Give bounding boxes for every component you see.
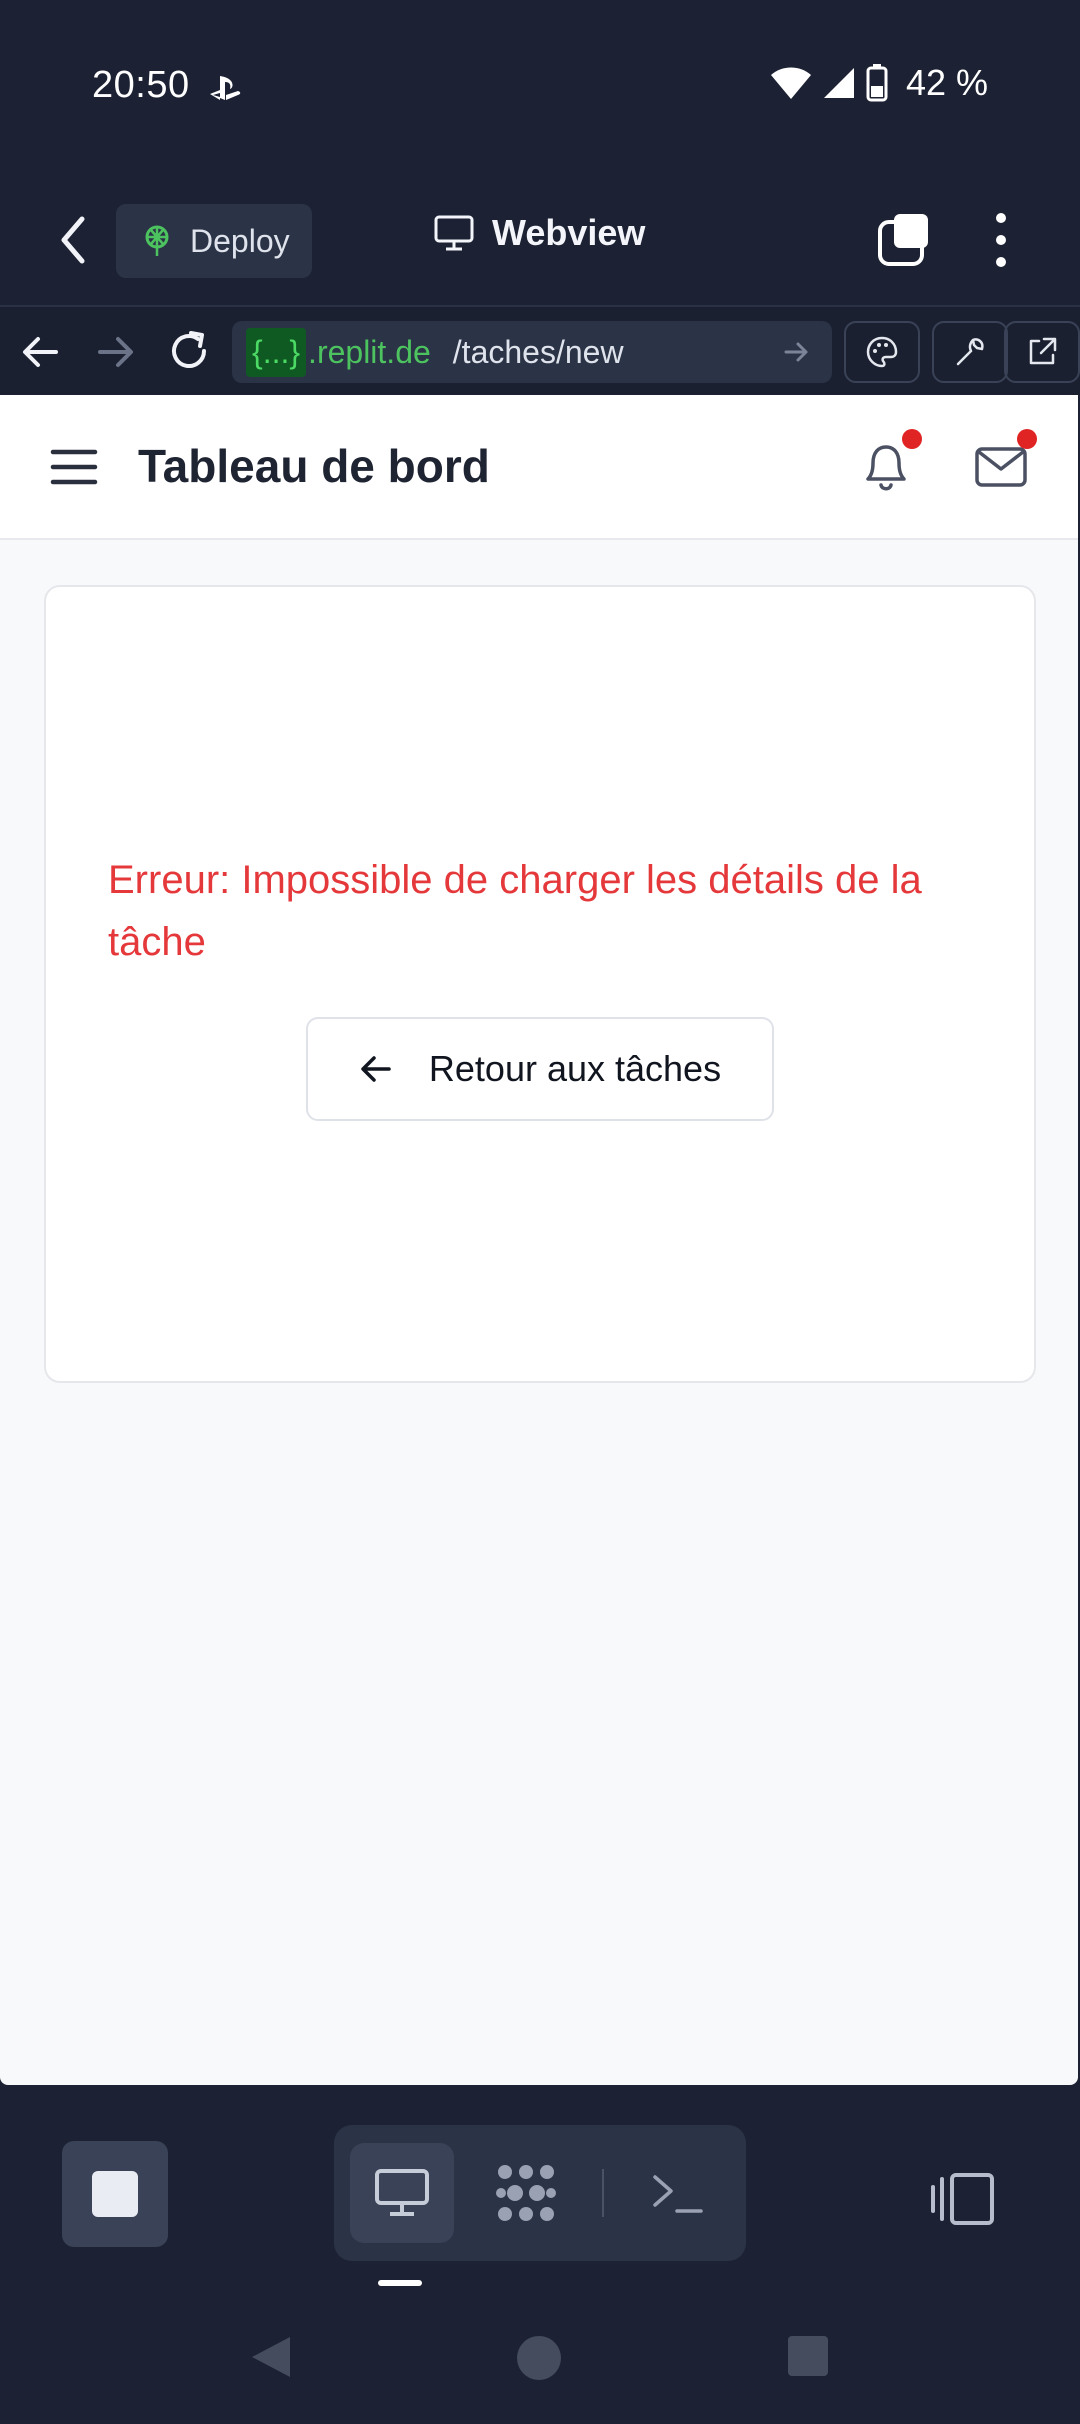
deploy-button[interactable]: Deploy <box>116 204 312 278</box>
webview-view-button[interactable] <box>350 2143 454 2243</box>
bottom-toolbar <box>0 2085 1080 2424</box>
error-message: Erreur: Impossible de charger les détail… <box>108 858 922 964</box>
nav-back-icon[interactable] <box>16 327 66 377</box>
url-path: /taches/new <box>452 333 624 370</box>
signal-icon <box>823 68 854 98</box>
app-header: Tableau de bord <box>0 395 1078 540</box>
palette-icon <box>866 336 898 368</box>
tabs-icon[interactable] <box>876 212 932 268</box>
url-domain: .replit.de <box>308 333 431 370</box>
external-link-icon <box>1029 337 1057 365</box>
open-external-button[interactable] <box>1004 321 1080 383</box>
wrench-icon <box>956 338 984 366</box>
system-back-icon[interactable] <box>248 2335 294 2379</box>
monitor-icon <box>434 215 474 251</box>
error-card: Erreur: Impossible de charger les détail… <box>44 585 1036 1383</box>
terminal-icon <box>653 2175 703 2213</box>
devtools-button[interactable] <box>932 321 1008 383</box>
deploy-icon <box>145 225 169 256</box>
layout-toggle-icon[interactable] <box>930 2171 996 2227</box>
url-row: {...} .replit.de /taches/new <box>0 305 1080 395</box>
stop-button[interactable] <box>62 2141 168 2247</box>
more-options-icon[interactable] <box>986 212 1016 268</box>
page-title: Tableau de bord <box>138 440 490 492</box>
shell-view-button[interactable] <box>626 2143 730 2243</box>
url-chip: {...} <box>246 327 307 377</box>
webview-title: Webview <box>492 212 646 253</box>
status-time: 20:50 <box>92 64 190 106</box>
stop-icon <box>92 2171 138 2217</box>
agent-icon <box>496 2165 556 2221</box>
separator <box>602 2169 604 2217</box>
battery-icon <box>866 64 888 102</box>
palette-button[interactable] <box>844 321 920 383</box>
system-home-icon[interactable] <box>516 2335 562 2381</box>
notifications-badge <box>902 429 922 449</box>
agent-view-button[interactable] <box>474 2143 578 2243</box>
webview-tab-title: Webview <box>434 212 645 254</box>
webview-content: Tableau de bord Erreur: Impossible de ch… <box>0 395 1078 2085</box>
arrow-left-icon <box>361 1056 391 1082</box>
go-arrow-icon[interactable] <box>782 337 812 367</box>
deploy-label: Deploy <box>190 222 290 259</box>
battery-percentage: 42 % <box>905 62 988 103</box>
url-field[interactable]: {...} .replit.de /taches/new <box>232 321 832 383</box>
system-recents-icon[interactable] <box>787 2335 829 2377</box>
nav-forward-icon[interactable] <box>90 327 140 377</box>
status-bar: 20:50 42 % <box>0 0 1080 175</box>
view-switcher <box>334 2125 746 2261</box>
mail-badge <box>1017 429 1037 449</box>
playstation-icon <box>210 76 241 100</box>
wifi-icon <box>770 67 811 99</box>
monitor-icon <box>375 2169 429 2216</box>
back-to-tasks-label: Retour aux tâches <box>428 1048 722 1089</box>
reload-icon[interactable] <box>164 327 214 377</box>
back-chevron-icon[interactable] <box>54 213 92 267</box>
gesture-indicator <box>378 2280 422 2286</box>
back-to-tasks-button[interactable]: Retour aux tâches <box>306 1017 774 1121</box>
status-indicators: 42 % <box>770 62 988 104</box>
menu-icon[interactable] <box>50 447 98 487</box>
